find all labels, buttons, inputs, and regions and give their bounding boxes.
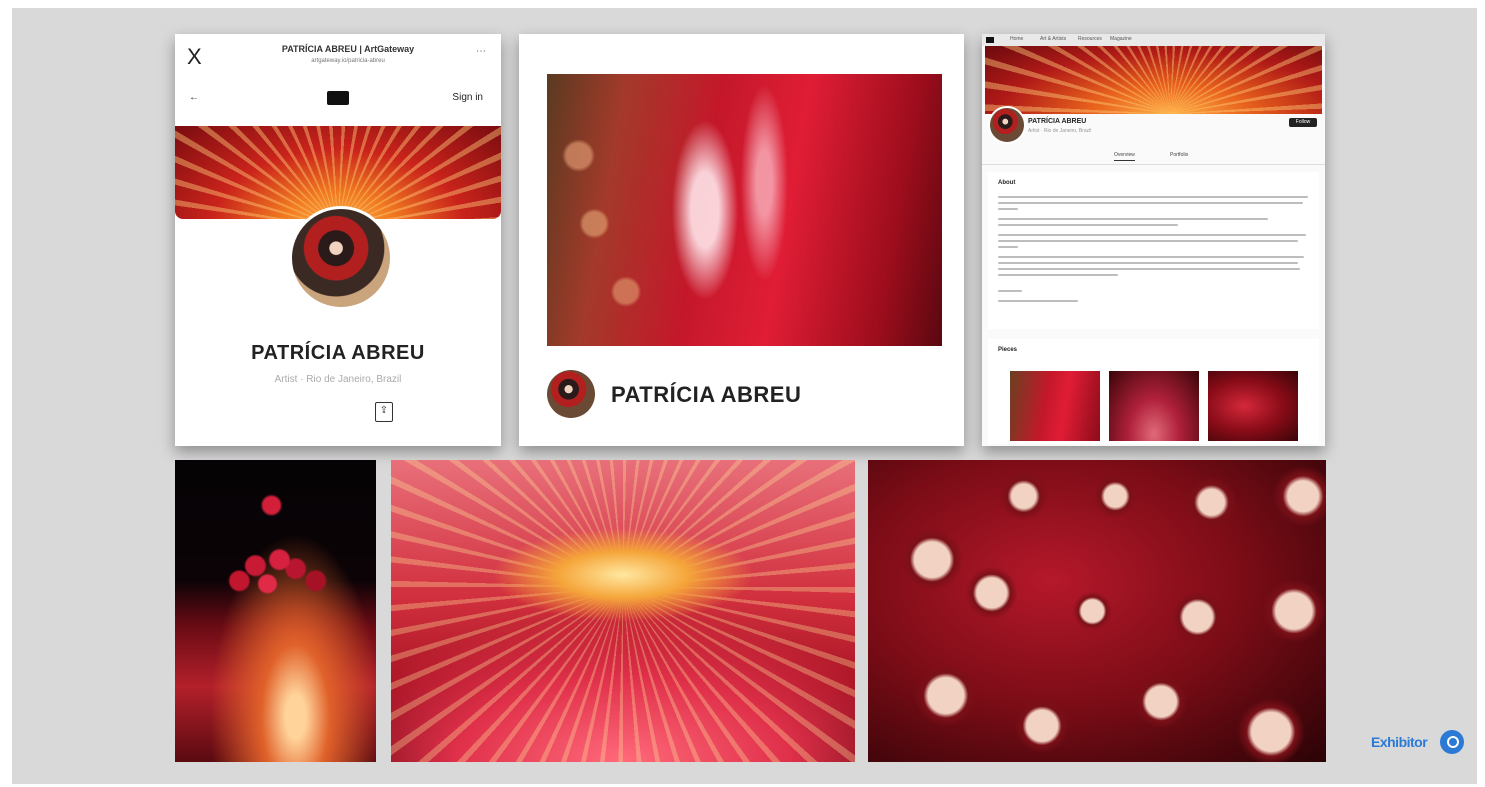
more-icon[interactable]: ⋯ (476, 46, 487, 57)
logo-icon[interactable] (986, 37, 994, 43)
follow-button[interactable]: Follow (1289, 118, 1317, 127)
mobile-profile-card: X PATRÍCIA ABREU | ArtGateway artgateway… (175, 34, 501, 446)
about-text-line (998, 256, 1304, 258)
close-icon[interactable]: X (187, 44, 202, 70)
nav-item-resources[interactable]: Resources (1078, 36, 1102, 42)
about-text-line (998, 274, 1118, 276)
tab-portfolio[interactable]: Portfolio (1170, 152, 1188, 158)
avatar (289, 206, 393, 310)
piece-thumbnail[interactable] (1208, 371, 1298, 441)
artist-location: Artist · Rio de Janeiro, Brazil (274, 374, 402, 385)
about-text-line (998, 234, 1306, 236)
artist-name: PATRÍCIA ABREU (611, 382, 802, 407)
about-text-line (998, 208, 1018, 210)
nav-item-artists[interactable]: Art & Artists (1040, 36, 1066, 42)
back-icon[interactable]: ← (189, 92, 199, 103)
about-text-line (998, 262, 1298, 264)
artist-name: PATRÍCIA ABREU (1028, 118, 1087, 125)
artwork-image (868, 460, 1326, 762)
about-text-line (998, 224, 1178, 226)
page-title: PATRÍCIA ABREU | ArtGateway (281, 44, 415, 54)
top-nav-bar: Home Art & Artists Resources Magazine (982, 34, 1325, 46)
pieces-title: Pieces (998, 347, 1018, 353)
about-text-line (998, 240, 1298, 242)
artwork-image (547, 74, 942, 346)
profile-banner (985, 46, 1322, 114)
brand-logo: Exhibitor (1371, 734, 1428, 750)
sign-in-link[interactable]: Sign in (452, 92, 483, 103)
profile-tabs: Overview Portfolio (982, 150, 1325, 165)
nav-item-home[interactable]: Home (1010, 36, 1023, 42)
artwork-card: PATRÍCIA ABREU (519, 34, 964, 446)
about-text-line (998, 246, 1018, 248)
artist-name: PATRÍCIA ABREU (251, 342, 425, 364)
piece-thumbnail[interactable] (1010, 371, 1100, 441)
avatar (547, 370, 595, 418)
tab-overview[interactable]: Overview (1114, 152, 1135, 161)
nav-item-magazine[interactable]: Magazine (1110, 36, 1132, 42)
piece-thumbnail[interactable] (1109, 371, 1199, 441)
about-text-line (998, 268, 1300, 270)
about-text-line (998, 290, 1022, 292)
site-logo-icon[interactable] (327, 91, 349, 105)
share-icon[interactable]: ⇪ (375, 402, 393, 422)
about-text-line (998, 202, 1303, 204)
artwork-image (175, 460, 376, 762)
about-section: About (988, 172, 1319, 329)
desktop-profile-card: Home Art & Artists Resources Magazine PA… (982, 34, 1325, 446)
about-text-line (998, 196, 1308, 198)
avatar (988, 106, 1026, 144)
page-url: artgateway.io/patricia-abreu (311, 58, 385, 64)
about-text-line (998, 218, 1268, 220)
brand-logo-icon (1440, 730, 1464, 754)
artwork-image (391, 460, 855, 762)
pieces-section: Pieces (988, 339, 1319, 444)
about-text-line (998, 300, 1078, 302)
artist-subtitle: Artist · Rio de Janeiro, Brazil (1028, 128, 1092, 134)
about-title: About (998, 180, 1016, 186)
